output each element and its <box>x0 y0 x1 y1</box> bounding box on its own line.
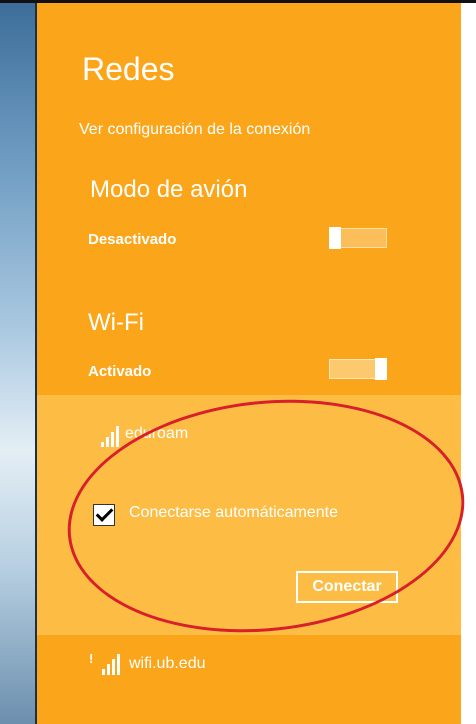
airplane-mode-state: Desactivado <box>88 231 177 248</box>
right-margin <box>461 3 476 724</box>
wifi-state: Activado <box>88 363 152 380</box>
wifi-signal-icon <box>101 425 123 447</box>
wifi-toggle[interactable] <box>329 358 387 380</box>
wifi-signal-warning-icon: ! <box>89 651 125 675</box>
panel-title: Redes <box>82 51 175 87</box>
network-item-wifi-ub[interactable]: ! wifi.ub.edu <box>37 635 461 697</box>
toggle-thumb <box>375 358 387 380</box>
connection-settings-link[interactable]: Ver configuración de la conexión <box>79 121 310 139</box>
airplane-mode-heading: Modo de avión <box>90 176 248 203</box>
networks-charm-panel: Redes Ver configuración de la conexión M… <box>37 3 476 724</box>
toggle-thumb <box>329 227 341 249</box>
airplane-mode-toggle[interactable] <box>329 227 387 249</box>
network-name: wifi.ub.edu <box>129 655 206 672</box>
desktop-background <box>0 3 37 724</box>
wifi-heading: Wi-Fi <box>88 309 144 336</box>
